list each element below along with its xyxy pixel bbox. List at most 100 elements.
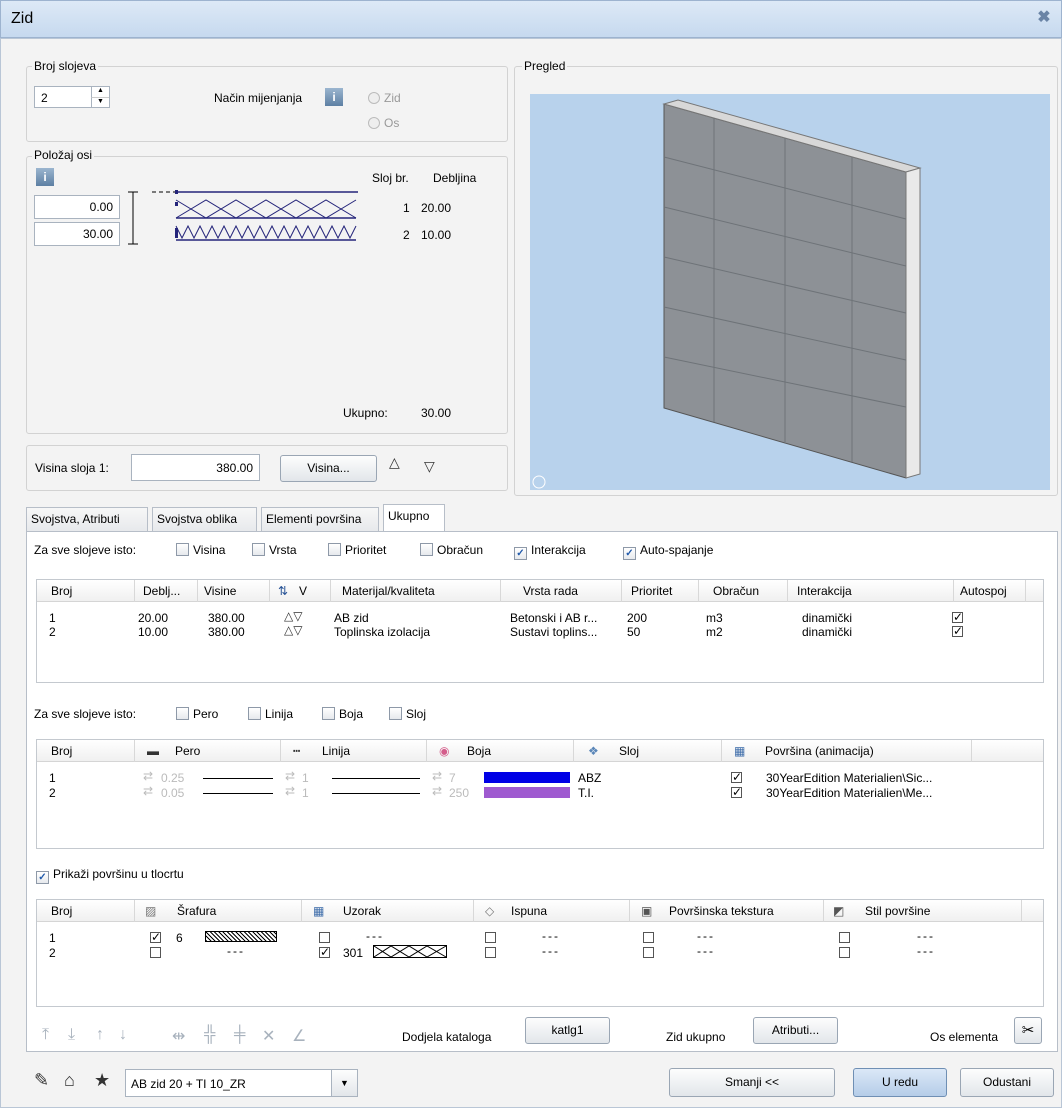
checkbox-interakcija-label: Interakcija	[531, 543, 586, 557]
spin-up-icon[interactable]: ▲	[91, 87, 109, 97]
cell-broj: 2	[49, 786, 56, 800]
close-icon[interactable]: ✖	[1035, 9, 1053, 27]
line-select-icon[interactable]: ⇄	[285, 769, 295, 783]
split-layer-icon[interactable]: ╪	[234, 1026, 245, 1044]
tab-shape-properties[interactable]: Svojstva oblika	[152, 507, 257, 531]
favorite-dropdown[interactable]: AB zid 20 + TI 10_ZR ▼	[125, 1069, 358, 1097]
fill-checkbox[interactable]	[485, 947, 496, 958]
checkbox-vrsta-label: Vrsta	[269, 543, 297, 557]
info-icon[interactable]: i	[325, 88, 343, 106]
axis-info-icon[interactable]: i	[36, 168, 54, 186]
checkbox-linija[interactable]: Linija	[248, 707, 293, 721]
cell-debljina: 20.00	[138, 611, 169, 625]
axis-value-2[interactable]	[34, 222, 120, 246]
height-button[interactable]: Visina...	[280, 455, 377, 482]
arrow-down-icon[interactable]: ↓	[119, 1026, 127, 1044]
axis-row-1-thickness: 20.00	[421, 201, 452, 215]
style-checkbox[interactable]	[839, 947, 850, 958]
checkbox-visina-label: Visina	[193, 543, 226, 557]
tab-surface-elements[interactable]: Elementi površina	[261, 507, 379, 531]
show-surface-checkbox[interactable]: ✓ Prikaži površinu u tlocrtu	[36, 867, 184, 884]
ok-button[interactable]: U redu	[853, 1068, 947, 1097]
cell-autospoj-checkbox[interactable]: ✓	[952, 625, 963, 637]
delete-layer-icon[interactable]: ✕	[262, 1026, 275, 1046]
radio-zid[interactable]: Zid	[368, 91, 401, 105]
layer-count-spinner[interactable]: 2 ▲ ▼	[34, 86, 110, 108]
priority-arrows-icon[interactable]: △▽	[284, 609, 302, 623]
line-sample	[332, 793, 420, 794]
tab-properties-attributes[interactable]: Svojstva, Atributi	[26, 507, 148, 531]
header-broj: Broj	[51, 744, 73, 758]
move-top-icon[interactable]: ⤒	[42, 1026, 49, 1044]
checkbox-boja[interactable]: Boja	[322, 707, 363, 721]
catalog-button[interactable]: katlg1	[525, 1017, 610, 1044]
height-input[interactable]	[131, 454, 260, 481]
checkbox-vrsta[interactable]: Vrsta	[252, 543, 297, 557]
cell-prioritet: 200	[627, 611, 648, 625]
edit-layer-icon[interactable]: ∠	[292, 1026, 306, 1046]
texture-checkbox[interactable]	[643, 947, 654, 958]
open-favorite-icon[interactable]: ⌂	[64, 1070, 75, 1091]
move-bottom-icon[interactable]: ⤓	[68, 1026, 75, 1044]
checkbox-obracun[interactable]: Obračun	[420, 543, 483, 557]
cancel-button[interactable]: Odustani	[960, 1068, 1054, 1097]
save-favorite-icon[interactable]: ★	[94, 1070, 110, 1091]
hatch-checkbox[interactable]	[150, 947, 161, 958]
checkbox-sloj[interactable]: Sloj	[389, 707, 426, 721]
window-title: Zid	[11, 10, 34, 27]
pattern-checkbox[interactable]	[319, 932, 330, 943]
radio-os[interactable]: Os	[368, 116, 399, 130]
pen-select-icon[interactable]: ⇄	[143, 769, 153, 783]
collapse-button[interactable]: Smanji <<	[669, 1068, 835, 1097]
add-layer-icon[interactable]: ╬	[204, 1026, 215, 1044]
line-select-icon[interactable]: ⇄	[285, 784, 295, 798]
color-select-icon[interactable]: ⇄	[432, 769, 442, 783]
cell-tekstura: ---	[697, 944, 715, 958]
axis-row-1-number: 1	[403, 201, 410, 215]
surface-table-header: Broj ▨ Šrafura ▦ Uzorak ◇ Ispuna ▣ Površ…	[37, 900, 1043, 922]
move-up-icon[interactable]: △	[389, 454, 400, 471]
preview-viewport[interactable]	[530, 94, 1050, 490]
eyedropper-icon[interactable]: ✎	[34, 1070, 49, 1091]
pen-sample	[203, 778, 273, 779]
pattern-checkbox[interactable]: ✓	[319, 946, 330, 958]
insert-layer-icon[interactable]: ⇹	[172, 1026, 185, 1046]
checkbox-prioritet[interactable]: Prioritet	[328, 543, 386, 557]
texture-checkbox[interactable]	[643, 932, 654, 943]
pen-sample	[203, 793, 273, 794]
tools-icon[interactable]: ✂	[1014, 1017, 1042, 1044]
cell-debljina: 10.00	[138, 625, 169, 639]
pen-select-icon[interactable]: ⇄	[143, 784, 153, 798]
cell-ispuna: ---	[542, 929, 560, 943]
layers-table-header: Broj Deblj... Visine ⇅ V Materijal/kvali…	[37, 580, 1043, 602]
axis-value-1[interactable]	[34, 195, 120, 219]
cell-ispuna: ---	[542, 944, 560, 958]
chevron-down-icon[interactable]: ▼	[331, 1070, 357, 1096]
hatch-checkbox[interactable]: ✓	[150, 931, 161, 943]
arrow-up-icon[interactable]: ↑	[96, 1026, 104, 1044]
spin-down-icon[interactable]: ▼	[91, 97, 109, 107]
cell-material: AB zid	[334, 611, 369, 625]
color-select-icon[interactable]: ⇄	[432, 784, 442, 798]
checkbox-visina[interactable]: Visina	[176, 543, 225, 557]
surface-checkbox[interactable]: ✓	[731, 786, 742, 798]
header-prioritet: Prioritet	[631, 584, 673, 598]
cell-povrsina: 30YearEdition Materialien\Me...	[766, 786, 933, 800]
axis-row-2-thickness: 10.00	[421, 228, 452, 242]
checkbox-pero[interactable]: Pero	[176, 707, 218, 721]
move-down-icon[interactable]: ▽	[424, 458, 435, 475]
fill-checkbox[interactable]	[485, 932, 496, 943]
cell-autospoj-checkbox[interactable]: ✓	[952, 611, 963, 623]
checkbox-interakcija[interactable]: ✓ Interakcija	[514, 543, 586, 560]
style-checkbox[interactable]	[839, 932, 850, 943]
checkbox-auto-spajanje[interactable]: ✓ Auto-spajanje	[623, 543, 713, 560]
tab-total[interactable]: Ukupno	[383, 504, 445, 532]
show-surface-label: Prikaži površinu u tlocrtu	[53, 867, 184, 881]
attributes-button[interactable]: Atributi...	[753, 1017, 838, 1044]
checkbox-prioritet-label: Prioritet	[345, 543, 387, 557]
checkbox-boja-label: Boja	[339, 707, 364, 721]
cell-vrsta-rada: Sustavi toplins...	[510, 625, 598, 639]
surface-checkbox[interactable]: ✓	[731, 771, 742, 783]
priority-sort-icon[interactable]: ⇅	[278, 584, 288, 598]
priority-arrows-icon[interactable]: △▽	[284, 623, 302, 637]
